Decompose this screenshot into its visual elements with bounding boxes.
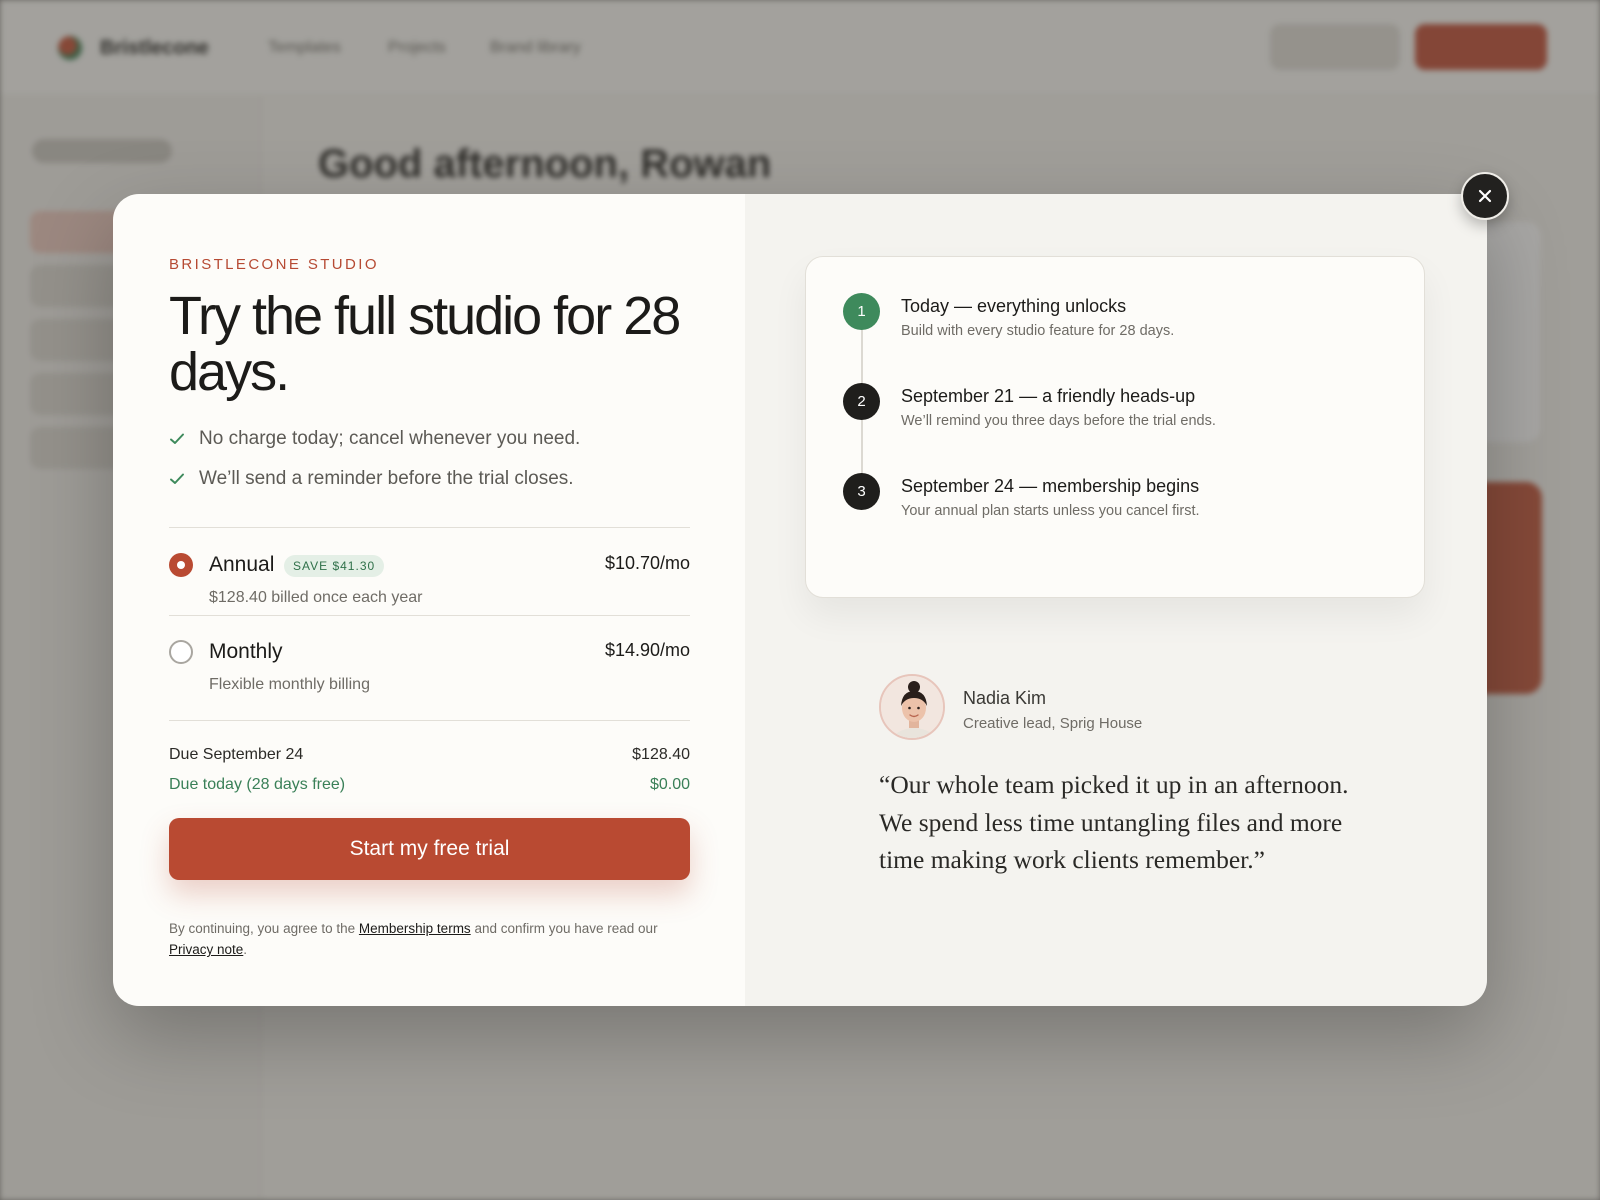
trial-timeline: 1 Today — everything unlocks Build with …	[805, 256, 1425, 598]
trial-modal: BRISTLECONE STUDIO Try the full studio f…	[113, 194, 1487, 1006]
legal-text: By continuing, you agree to the Membersh…	[169, 918, 690, 960]
check-icon	[169, 431, 185, 447]
benefit-item: We’ll send a reminder before the trial c…	[169, 468, 574, 490]
due-today-amount: $0.00	[649, 776, 690, 793]
plan-billing-note: Flexible monthly billing	[209, 676, 370, 693]
legal-middle: and confirm you have read our	[474, 921, 658, 936]
plan-billing-note: $128.40 billed once each year	[209, 589, 423, 606]
plan-price: $10.70/mo	[604, 553, 690, 573]
modal-checkout-panel: BRISTLECONE STUDIO Try the full studio f…	[113, 194, 745, 1006]
step-title: Today — everything unlocks	[901, 296, 1127, 316]
monthly-radio[interactable]	[169, 640, 193, 664]
due-later-row: Due September 24 $128.40	[169, 746, 690, 764]
divider	[169, 527, 690, 528]
divider	[169, 615, 690, 616]
plan-option-annual[interactable]: Annual SAVE $41.30 $10.70/mo $128.40 bil…	[169, 533, 690, 619]
modal-headline: Try the full studio for 28 days.	[169, 286, 681, 402]
plan-option-monthly[interactable]: Monthly $14.90/mo Flexible monthly billi…	[169, 620, 690, 706]
annual-radio[interactable]	[169, 553, 193, 577]
testimonial-name: Nadia Kim	[963, 688, 1047, 708]
due-today-row: Due today (28 days free) $0.00	[169, 776, 690, 794]
due-later-amount: $128.40	[632, 746, 690, 763]
step-title: September 24 — membership begins	[901, 476, 1200, 496]
timeline-step: 3 September 24 — membership begins Your …	[843, 473, 1403, 533]
step-title: September 21 — a friendly heads-up	[901, 386, 1196, 406]
benefit-text: No charge today; cancel whenever you nee…	[199, 428, 581, 449]
step-description: We’ll remind you three days before the t…	[901, 413, 1216, 429]
privacy-note-link[interactable]: Privacy note	[169, 942, 243, 957]
plan-price: $14.90/mo	[604, 640, 690, 660]
step-number: 2	[843, 383, 880, 420]
benefit-text: We’ll send a reminder before the trial c…	[199, 468, 574, 489]
testimonial-role: Creative lead, Sprig House	[963, 715, 1143, 732]
step-number: 3	[843, 473, 880, 510]
plan-name: Monthly	[209, 640, 283, 663]
due-later-label: Due September 24	[169, 746, 304, 763]
start-trial-button[interactable]: Start my free trial	[169, 818, 690, 880]
close-icon	[1478, 189, 1492, 203]
step-description: Build with every studio feature for 28 d…	[901, 323, 1175, 339]
timeline-step: 1 Today — everything unlocks Build with …	[843, 293, 1403, 353]
savings-badge: SAVE $41.30	[284, 555, 385, 577]
brand-eyebrow: BRISTLECONE STUDIO	[169, 256, 379, 273]
benefit-item: No charge today; cancel whenever you nee…	[169, 428, 580, 450]
plan-name: Annual	[209, 553, 275, 576]
avatar	[879, 674, 945, 740]
legal-suffix: .	[243, 942, 248, 957]
timeline-step: 2 September 21 — a friendly heads-up We’…	[843, 383, 1403, 443]
testimonial-quote: “Our whole team picked it up in an after…	[879, 770, 1349, 874]
due-today-label: Due today (28 days free)	[169, 776, 346, 793]
close-button[interactable]	[1461, 172, 1509, 220]
membership-terms-link[interactable]: Membership terms	[359, 921, 471, 936]
check-icon	[169, 471, 185, 487]
step-number: 1	[843, 293, 880, 330]
step-description: Your annual plan starts unless you cance…	[901, 503, 1200, 519]
modal-info-panel: 1 Today — everything unlocks Build with …	[745, 194, 1487, 1006]
divider	[169, 720, 690, 721]
legal-prefix: By continuing, you agree to the	[169, 921, 356, 936]
